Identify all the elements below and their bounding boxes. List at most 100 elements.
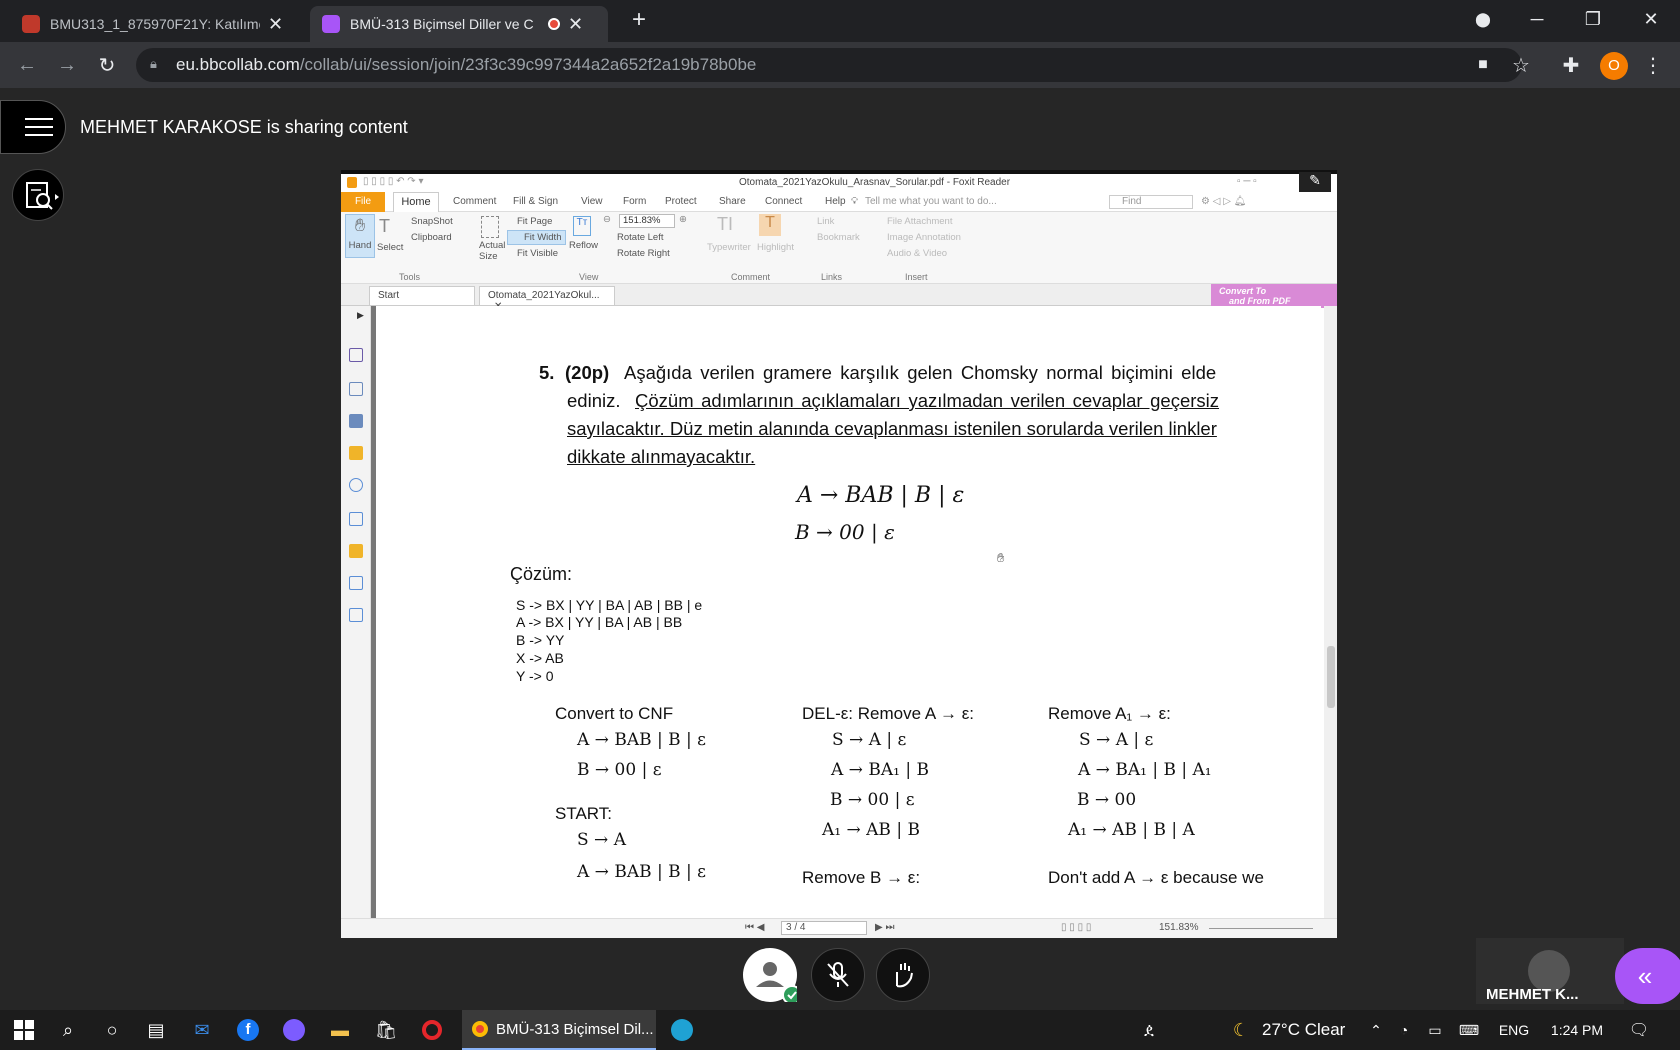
taskbar-chrome-app[interactable]: BMÜ-313 Biçimsel Dil... [462, 1010, 656, 1050]
fit-visible-button[interactable]: Fit Visible [517, 248, 558, 259]
facebook-icon[interactable]: f [228, 1010, 268, 1050]
task-view-icon[interactable]: ▤ [136, 1010, 176, 1050]
rotate-left-button[interactable]: Rotate Left [617, 232, 663, 243]
menu-connect[interactable]: Connect [765, 196, 802, 207]
typewriter-label[interactable]: Typewriter [707, 242, 751, 253]
menu-view[interactable]: View [581, 196, 603, 207]
page-layout-icons[interactable]: ▯ ▯ ▯ ▯ [1061, 922, 1091, 933]
minimize-icon[interactable]: ─ [1510, 0, 1564, 38]
audio-video-button[interactable]: Audio & Video [887, 248, 947, 259]
weather-moon-icon[interactable]: ☾ [1226, 1010, 1256, 1050]
edge-icon[interactable] [662, 1010, 702, 1050]
search-icon[interactable]: ⌕ [48, 1010, 88, 1050]
keyboard-icon[interactable]: ⌨ [1454, 1010, 1484, 1050]
find-options-icons[interactable]: ⚙ ◁ ▷ 🔔︎ [1201, 196, 1246, 207]
image-annotation-button[interactable]: Image Annotation [887, 232, 961, 243]
notifications-icon[interactable]: 🗨︎ [1624, 1010, 1654, 1050]
expand-panel-icon[interactable]: ▶ [357, 310, 364, 321]
zoom-level-field[interactable]: 151.83% [619, 214, 675, 228]
quick-access-icons[interactable]: ▯ ▯ ▯ ▯ ↶ ↷ ▾ [363, 176, 423, 187]
messenger-icon[interactable] [274, 1010, 314, 1050]
actual-size-label[interactable]: Actual Size [479, 240, 509, 262]
status-zoom[interactable]: 151.83% [1159, 922, 1198, 933]
cortana-icon[interactable]: ○ [92, 1010, 132, 1050]
bookmark-button[interactable]: Bookmark [817, 232, 860, 243]
zoom-in-icon[interactable]: ⊕ [679, 214, 687, 225]
network-icon[interactable]: ◔ [1392, 1010, 1416, 1050]
browser-tab-active[interactable]: BMÜ-313 Biçimsel Diller ve C ✕ [310, 6, 608, 42]
attachments-icon[interactable] [349, 478, 363, 492]
page-nav-next-last[interactable]: ▶ ⏭ [875, 922, 894, 933]
convert-pdf-banner[interactable]: Convert To and From PDF [1211, 284, 1337, 308]
microphone-button[interactable] [811, 948, 865, 1002]
menu-protect[interactable]: Protect [665, 196, 697, 207]
doc-tab-otomata[interactable]: Otomata_2021YazOkul... ✕ [479, 286, 615, 312]
zoom-out-icon[interactable]: ⊖ [603, 214, 611, 225]
restore-icon[interactable]: ❐ [1566, 0, 1620, 38]
foxit-window-controls[interactable]: ▫ ─ ▫ [1237, 176, 1257, 187]
clock[interactable]: 1:24 PM [1544, 1010, 1610, 1050]
reflow-label[interactable]: Reflow [569, 240, 598, 251]
pages-icon[interactable] [349, 348, 363, 362]
highlight-icon[interactable]: T [759, 214, 781, 236]
close-tab-icon[interactable]: ✕ [568, 14, 583, 35]
language-indicator[interactable]: ENG [1494, 1010, 1534, 1050]
people-icon[interactable]: ዸ [1134, 1010, 1164, 1050]
close-window-icon[interactable]: ✕ [1624, 0, 1678, 38]
fit-page-button[interactable]: Fit Page [517, 216, 552, 227]
hand-tool-button[interactable]: ✋︎ Hand [345, 214, 375, 258]
bookmark-star-icon[interactable]: ☆ [1506, 50, 1536, 80]
select-text-icon[interactable]: T [379, 216, 390, 237]
menu-file[interactable]: File [341, 192, 385, 212]
open-collaborate-panel-button[interactable]: « [1615, 948, 1680, 1004]
find-field[interactable]: Find [1109, 195, 1193, 209]
page-indicator[interactable]: 3 / 4 [781, 921, 867, 935]
highlight-label[interactable]: Highlight [757, 242, 794, 253]
signature-panel-icon[interactable] [349, 512, 363, 526]
url-text[interactable]: eu.bbcollab.com/collab/ui/session/join/2… [176, 55, 756, 75]
doc-tab-start[interactable]: Start [369, 286, 475, 306]
clipboard-button[interactable]: Clipboard [411, 232, 452, 243]
tell-me-search[interactable]: Tell me what you want to do... [865, 196, 997, 207]
profile-avatar[interactable]: O [1600, 52, 1628, 80]
extensions-icon[interactable]: ✚ [1556, 50, 1586, 80]
menu-comment[interactable]: Comment [453, 196, 496, 207]
layers-copy-icon[interactable] [349, 382, 363, 396]
battery-icon[interactable]: ▭ [1420, 1010, 1450, 1050]
typewriter-icon[interactable]: TI [717, 214, 733, 235]
windows-start-icon[interactable] [4, 1010, 44, 1050]
lock-icon[interactable]: 🔒︎ [150, 56, 162, 72]
raise-hand-button[interactable] [876, 948, 930, 1002]
participant-tile[interactable]: MEHMET K... [1476, 938, 1624, 1004]
my-status-button[interactable] [743, 948, 797, 1002]
file-attachment-button[interactable]: File Attachment [887, 216, 952, 227]
zoom-shared-content-button[interactable] [12, 169, 64, 221]
scrollbar-thumb[interactable] [1327, 646, 1335, 708]
tray-chevron-icon[interactable]: ⌃ [1364, 1010, 1388, 1050]
comments-icon[interactable] [349, 446, 363, 460]
weather-text[interactable]: 27°C Clear [1262, 1010, 1372, 1050]
open-session-menu-button[interactable] [0, 100, 66, 154]
layers-icon[interactable] [349, 414, 363, 428]
close-tab-icon[interactable]: ✕ [268, 14, 283, 35]
actual-size-icon[interactable] [481, 216, 499, 238]
annotate-pen-icon[interactable]: ✎ [1299, 172, 1331, 194]
browser-tab-inactive[interactable]: BMU313_1_875970F21Y: Katılımc ✕ [10, 6, 306, 42]
mail-icon[interactable]: ✉ [182, 1010, 222, 1050]
camera-blocked-icon[interactable]: ■ [1468, 50, 1498, 80]
snapshot-button[interactable]: SnapShot [411, 216, 453, 227]
file-explorer-icon[interactable]: ▬ [320, 1010, 360, 1050]
reflow-icon[interactable]: Tт [573, 216, 591, 236]
select-label[interactable]: Select [377, 242, 403, 253]
zoom-slider[interactable] [1209, 928, 1313, 929]
rotate-right-button[interactable]: Rotate Right [617, 248, 670, 259]
tools-icon[interactable] [349, 576, 363, 590]
security-lock-icon[interactable] [349, 544, 363, 558]
menu-share[interactable]: Share [719, 196, 746, 207]
menu-fill-sign[interactable]: Fill & Sign [513, 196, 558, 207]
tab-search-icon[interactable]: ⬤ [1456, 0, 1510, 38]
page-nav-first-prev[interactable]: ⏮ ◀ [745, 922, 764, 933]
forward-icon[interactable]: → [52, 50, 82, 80]
menu-form[interactable]: Form [623, 196, 646, 207]
link-button[interactable]: Link [817, 216, 834, 227]
